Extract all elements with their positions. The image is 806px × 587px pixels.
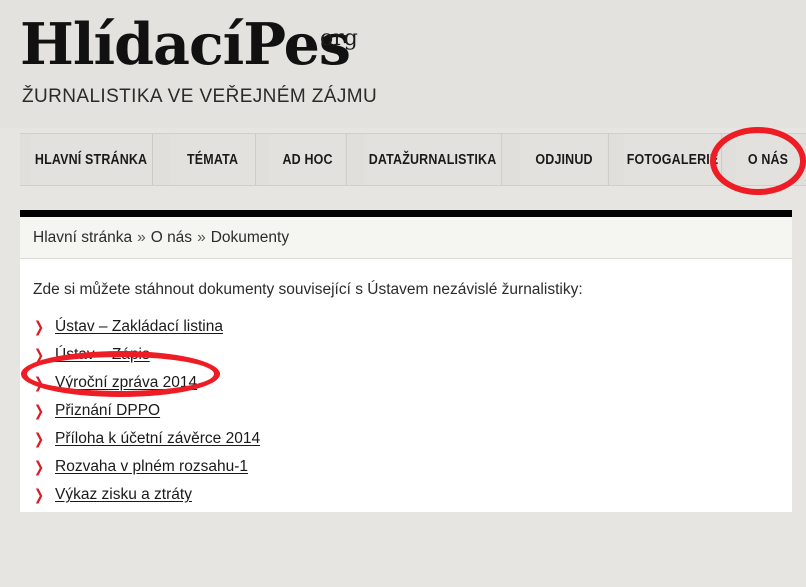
chevron-right-icon: ❯ (34, 318, 45, 336)
chevron-right-icon: ❯ (34, 430, 45, 448)
site-header: HlídacíPes org ŽURNALISTIKA VE VEŘEJNÉM … (0, 0, 806, 128)
breadcrumb: Hlavní stránka» O nás» Dokumenty (20, 217, 792, 259)
document-list-item: ❯ Výkaz zisku a ztráty (34, 481, 792, 509)
document-link[interactable]: Příloha k účetní závěrce 2014 (55, 430, 260, 447)
nav-item-data-urnalistika[interactable]: DATAŽURNALISTIKA (364, 134, 502, 185)
intro-paragraph: Zde si můžete stáhnout dokumenty souvise… (33, 281, 583, 298)
nav-item-label: AD HOC (282, 151, 333, 168)
chevron-right-icon: ❯ (34, 486, 45, 504)
nav-item-label: FOTOGALERIE (626, 151, 719, 168)
document-link[interactable]: Výkaz zisku a ztráty (55, 486, 192, 503)
document-list: ❯ Ústav – Zakládací listina ❯ Ústav – Zápis… (20, 299, 792, 509)
nav-item-ad-hoc[interactable]: AD HOC (269, 134, 347, 185)
nav-item-fotogalerie[interactable]: FOTOGALERIE (623, 134, 723, 185)
site-logo[interactable]: HlídacíPes org (20, 11, 358, 78)
breadcrumb-item-2: Dokumenty (210, 228, 290, 246)
document-link[interactable]: Rozvaha v plném rozsahu-1 (55, 458, 248, 475)
nav-item-hlavn-str-nka[interactable]: HLAVNÍ STRÁNKA (30, 134, 153, 185)
breadcrumb-item-1[interactable]: O nás (151, 229, 192, 247)
chevron-right-icon: ❯ (34, 402, 45, 420)
nav-item-t-mata[interactable]: TÉMATA (170, 134, 256, 185)
breadcrumb-item-0[interactable]: Hlavní stránka (33, 229, 132, 247)
chevron-right-icon: ❯ (34, 458, 45, 476)
chevron-right-icon: ❯ (34, 346, 45, 364)
nav-item-o-n-s[interactable]: O NÁS (735, 134, 801, 185)
logo-wordmark: HlídacíPes (20, 11, 351, 78)
document-list-item: ❯ Příloha k účetní závěrce 2014 (34, 425, 792, 453)
document-list-item: ❯ Rozvaha v plném rozsahu-1 (34, 453, 792, 481)
document-link[interactable]: Ústav – Zápis (55, 346, 150, 363)
document-list-item: ❯ Ústav – Zápis (34, 341, 792, 369)
breadcrumb-separator: » (197, 228, 206, 246)
content-panel: Hlavní stránka» O nás» Dokumenty Zde si mů… (20, 210, 792, 512)
document-list-item: ❯ Ústav – Zakládací listina (34, 313, 792, 341)
nav-item-odjinud[interactable]: ODJINUD (520, 134, 609, 185)
nav-item-label: DATAŽURNALISTIKA (368, 151, 497, 168)
document-link[interactable]: Výroční zpráva 2014 (55, 374, 197, 391)
nav-item-label: HLAVNÍ STRÁNKA (34, 151, 148, 168)
logo-tld-suffix: org (320, 26, 358, 51)
document-link[interactable]: Ústav – Zakládací listina (55, 318, 223, 335)
nav-item-label: ODJINUD (535, 151, 593, 168)
main-navigation[interactable]: HLAVNÍ STRÁNKA TÉMATA AD HOC DATAŽURNALISTI… (20, 133, 806, 186)
site-tagline: ŽURNALISTIKA VE VEŘEJNÉM ZÁJMU (22, 86, 378, 107)
document-link[interactable]: Přiznání DPPO (55, 402, 160, 419)
document-list-item: ❯ Přiznání DPPO (34, 397, 792, 425)
nav-item-label: O NÁS (747, 151, 789, 168)
document-list-item: ❯ Výroční zpráva 2014 (34, 369, 792, 397)
chevron-right-icon: ❯ (34, 374, 45, 392)
nav-item-label: TÉMATA (186, 151, 239, 168)
breadcrumb-separator: » (137, 228, 146, 246)
